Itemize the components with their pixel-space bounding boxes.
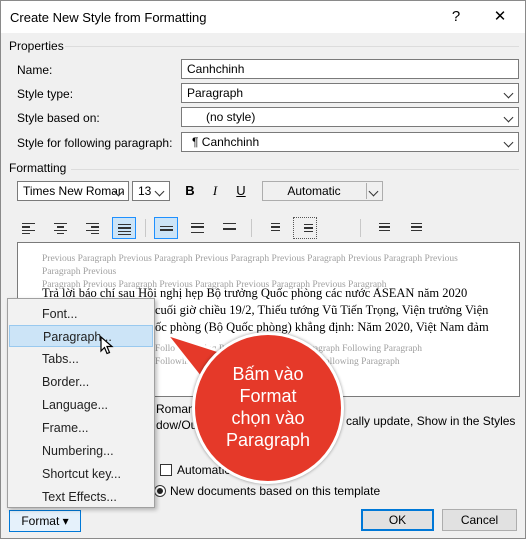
radio-dot <box>157 488 163 494</box>
align-right-icon <box>86 223 99 236</box>
format-menu: Font... Paragraph... Tabs... Border... L… <box>7 298 155 508</box>
dialog-title: Create New Style from Formatting <box>10 10 207 25</box>
font-size-select[interactable]: 13 <box>132 181 170 201</box>
based-on-value: (no style) <box>206 110 256 124</box>
based-on-select[interactable]: (no style) <box>181 107 519 127</box>
chevron-down-icon <box>502 134 516 150</box>
help-button[interactable]: ? <box>441 6 471 28</box>
font-color-select[interactable]: Automatic <box>262 181 383 201</box>
toolbar-divider <box>360 219 361 237</box>
font-select[interactable]: Times New Roman <box>17 181 129 201</box>
menu-item-shortcut-key[interactable]: Shortcut key... <box>9 463 153 485</box>
following-value: ¶ Canhchinh <box>192 135 260 149</box>
callout-line: Paragraph <box>225 430 311 450</box>
decrease-indent-icon <box>379 223 392 233</box>
callout-line: Bấm vào <box>232 364 304 384</box>
font-color-value: Automatic <box>287 184 341 198</box>
menu-item-paragraph[interactable]: Paragraph... <box>9 325 153 347</box>
style-type-select[interactable]: Paragraph <box>181 83 519 103</box>
menu-item-numbering[interactable]: Numbering... <box>9 440 153 462</box>
align-left-icon <box>22 223 35 236</box>
increase-indent-button[interactable] <box>403 217 427 239</box>
formatting-header: Formatting <box>9 161 67 175</box>
underline-button[interactable]: U <box>230 180 252 202</box>
align-center-icon <box>54 223 67 236</box>
title-bar: Create New Style from Formatting ? ✕ <box>1 1 525 33</box>
single-spacing-button[interactable] <box>154 217 178 239</box>
double-spacing-icon <box>223 223 236 234</box>
formatting-divider <box>71 169 519 170</box>
one-half-spacing-button[interactable] <box>186 217 210 239</box>
close-button[interactable]: ✕ <box>485 6 515 28</box>
menu-item-font[interactable]: Font... <box>9 303 153 325</box>
align-center-button[interactable] <box>49 217 73 239</box>
properties-header: Properties <box>9 39 64 53</box>
following-label: Style for following paragraph: <box>17 136 173 150</box>
toolbar-divider <box>145 219 146 237</box>
format-button[interactable]: Format ▾ <box>9 510 81 532</box>
double-spacing-button[interactable] <box>218 217 242 239</box>
preview-sample-line: cuối giờ chiều 19/2, Thiếu tướng Vũ Tiến… <box>155 303 489 317</box>
single-spacing-icon <box>160 226 173 233</box>
description-line: dow/Ou <box>156 418 198 432</box>
cancel-button[interactable]: Cancel <box>442 509 517 531</box>
callout-text: Bấm vào Format chọn vào Paragraph <box>196 363 340 451</box>
chevron-down-icon <box>112 183 126 199</box>
style-type-value: Paragraph <box>187 86 244 100</box>
name-label: Name: <box>17 63 53 77</box>
one-half-spacing-icon <box>191 223 204 235</box>
increase-spacing-button[interactable] <box>261 217 285 239</box>
based-on-label: Style based on: <box>17 111 100 125</box>
justify-button[interactable] <box>112 217 136 239</box>
chevron-down-icon <box>366 183 380 199</box>
decrease-indent-button[interactable] <box>371 217 395 239</box>
decrease-spacing-button[interactable] <box>293 217 317 239</box>
new-documents-radio[interactable] <box>154 485 166 497</box>
menu-item-frame[interactable]: Frame... <box>9 417 153 439</box>
callout-line: chọn vào <box>231 408 305 428</box>
decrease-spacing-icon <box>304 224 317 234</box>
chevron-down-icon <box>502 109 516 125</box>
menu-item-language[interactable]: Language... <box>9 394 153 416</box>
style-type-label: Style type: <box>17 87 74 101</box>
auto-update-checkbox[interactable] <box>160 464 172 476</box>
ok-button[interactable]: OK <box>361 509 434 531</box>
preview-previous-line: Previous Paragraph Previous Paragraph Pr… <box>42 254 458 277</box>
menu-item-text-effects[interactable]: Text Effects... <box>9 486 153 508</box>
name-input[interactable]: Canhchinh <box>181 59 519 79</box>
bold-button[interactable]: B <box>179 180 201 202</box>
menu-item-tabs[interactable]: Tabs... <box>9 348 153 370</box>
new-documents-label: New documents based on this template <box>170 484 381 498</box>
menu-item-border[interactable]: Border... <box>9 371 153 393</box>
italic-button[interactable]: I <box>204 180 226 202</box>
increase-spacing-icon <box>271 223 284 233</box>
mouse-cursor-icon <box>100 336 114 355</box>
chevron-down-icon <box>502 85 516 101</box>
font-size-value: 13 <box>138 184 152 198</box>
chevron-down-icon <box>153 183 167 199</box>
toolbar-divider <box>251 219 252 237</box>
callout-line: Format <box>239 386 297 406</box>
properties-divider <box>65 46 519 47</box>
description-line: cally update, Show in the Styles <box>346 414 516 428</box>
justify-icon <box>118 224 131 237</box>
increase-indent-icon <box>411 223 424 233</box>
align-right-button[interactable] <box>81 217 105 239</box>
name-value: Canhchinh <box>187 62 245 76</box>
align-left-button[interactable] <box>17 217 41 239</box>
font-value: Times New Roman <box>23 184 125 198</box>
following-style-select[interactable]: ¶ Canhchinh <box>181 132 519 152</box>
